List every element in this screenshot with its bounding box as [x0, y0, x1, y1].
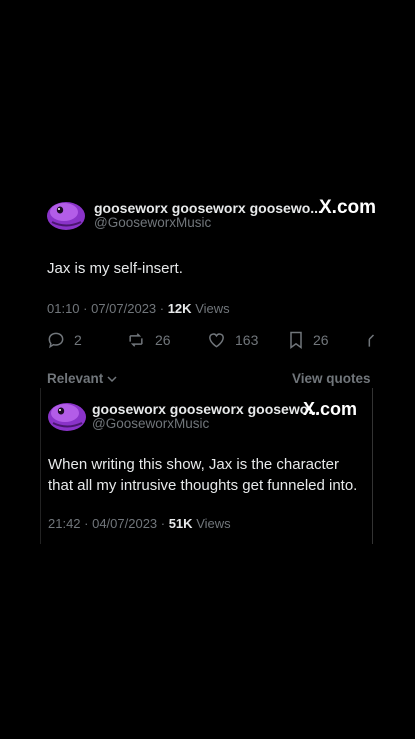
x-logo: X.com [319, 197, 376, 219]
quoted-timestamp[interactable]: 21:42 · 04/07/2023 · [48, 516, 169, 531]
handle[interactable]: @GooseworxMusic [94, 215, 211, 230]
reply-count: 2 [74, 332, 82, 348]
views-label: Views [195, 301, 230, 316]
views-count: 12K [167, 301, 192, 316]
repost-button[interactable]: 26 [125, 330, 171, 350]
quoted-display-name[interactable]: gooseworx gooseworx goosewo... [92, 401, 320, 417]
quoted-views-count: 51K [168, 516, 193, 531]
share-icon [368, 334, 375, 347]
reply-button[interactable]: 2 [46, 330, 82, 350]
view-quotes-link[interactable]: View quotes [292, 371, 371, 386]
repost-count: 26 [155, 332, 171, 348]
like-count: 163 [235, 332, 259, 348]
display-name[interactable]: gooseworx gooseworx goosewo... [94, 200, 322, 216]
repost-icon [129, 333, 143, 347]
quoted-views-label: Views [196, 516, 231, 531]
share-button[interactable] [366, 330, 384, 350]
post-meta: 01:10 · 07/07/2023 · 12K Views [47, 301, 230, 316]
quoted-avatar[interactable] [47, 399, 87, 433]
reply-icon [48, 332, 64, 349]
relevant-label: Relevant [47, 371, 104, 386]
quoted-x-logo: X.com [303, 399, 357, 420]
chevron-down-icon [107, 376, 117, 383]
quoted-site-logo-text: X.com [303, 399, 358, 419]
post-text: Jax is my self-insert. [47, 260, 183, 277]
like-icon [209, 333, 224, 348]
avatar[interactable] [46, 198, 86, 232]
site-logo-text: X.com [319, 197, 377, 218]
quoted-post-text: When writing this show, Jax is the chara… [48, 456, 358, 494]
bookmark-button[interactable]: 26 [287, 330, 329, 350]
quoted-handle[interactable]: @GooseworxMusic [92, 416, 209, 431]
quoted-post-meta: 21:42 · 04/07/2023 · 51K Views [48, 516, 231, 531]
relevant-dropdown[interactable]: Relevant [47, 371, 117, 386]
like-button[interactable]: 163 [206, 330, 258, 350]
bookmark-icon [290, 331, 302, 349]
bookmark-count: 26 [313, 332, 329, 348]
timestamp[interactable]: 01:10 · 07/07/2023 · [47, 301, 168, 316]
